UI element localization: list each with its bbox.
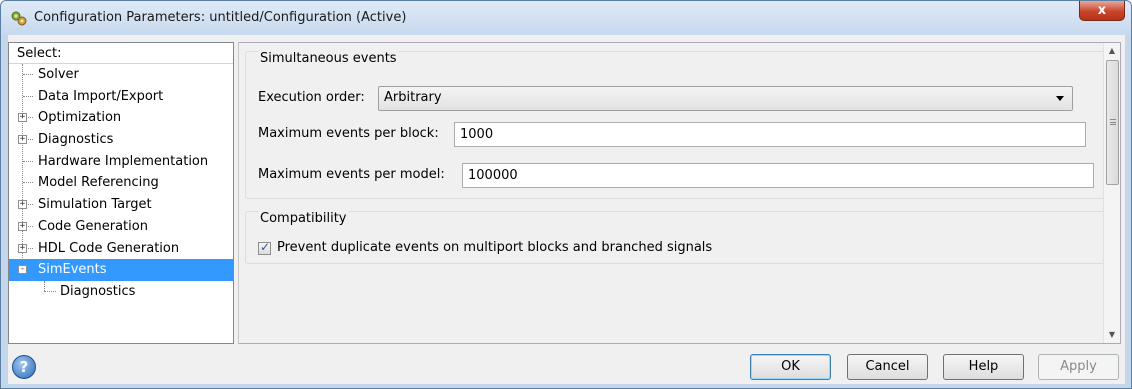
tree-connector (44, 291, 56, 292)
expand-plus-icon[interactable]: + (18, 243, 27, 253)
scroll-down-icon[interactable]: ▼ (1104, 327, 1120, 343)
close-button[interactable]: x (1079, 1, 1125, 21)
grip-icon (1110, 119, 1116, 125)
category-tree-panel: Select: Solver Data Import/Export + Opti… (8, 42, 234, 344)
prevent-duplicate-label: Prevent duplicate events on multiport bl… (277, 240, 713, 255)
tree-item-label: Hardware Implementation (38, 153, 209, 169)
tree-connector-line (44, 281, 45, 291)
execution-order-dropdown[interactable]: Arbitrary (378, 86, 1073, 111)
prevent-duplicate-checkbox[interactable]: ✓ (258, 240, 271, 255)
tree-item-label: Optimization (38, 110, 122, 126)
help-button[interactable]: Help (943, 354, 1024, 380)
group-title: Compatibility (258, 211, 349, 226)
tree-item-hdl-code-generation[interactable]: + HDL Code Generation (9, 238, 233, 260)
tree-item-data-import-export[interactable]: Data Import/Export (9, 86, 233, 108)
max-events-per-model-label: Maximum events per model: (258, 167, 445, 182)
tree-item-hardware-implementation[interactable]: Hardware Implementation (9, 151, 233, 173)
tree-item-label: Data Import/Export (38, 88, 164, 104)
gears-app-icon (11, 11, 27, 26)
group-title: Simultaneous events (258, 51, 399, 66)
expand-plus-icon[interactable]: + (18, 221, 27, 231)
collapse-minus-icon[interactable]: - (18, 265, 27, 275)
compatibility-group: Compatibility ✓ Prevent duplicate events… (245, 211, 1105, 264)
tree-item-label: Model Referencing (38, 175, 159, 191)
tree-connector (23, 95, 33, 97)
vertical-scrollbar[interactable]: ▲ ▼ (1103, 43, 1120, 343)
close-icon: x (1097, 3, 1107, 18)
tree-item-label: Solver (38, 67, 79, 82)
tree-connector (23, 74, 33, 75)
tree-item-diagnostics[interactable]: + Diagnostics (9, 129, 233, 151)
help-question-icon[interactable]: ? (12, 355, 36, 379)
ok-button[interactable]: OK (750, 354, 831, 380)
window-title: Configuration Parameters: untitled/Confi… (34, 10, 407, 25)
tree-item-model-referencing[interactable]: Model Referencing (9, 172, 233, 194)
max-events-per-block-label: Maximum events per block: (258, 126, 439, 141)
tree-item-simulation-target[interactable]: + Simulation Target (9, 194, 233, 216)
checkmark-icon: ✓ (260, 240, 271, 254)
dialog-client-area: Select: Solver Data Import/Export + Opti… (8, 35, 1125, 384)
execution-order-value: Arbitrary (384, 90, 442, 105)
tree-item-label: Diagnostics (60, 283, 136, 299)
tree-item-label: SimEvents (33, 259, 110, 281)
tree-item-simevents[interactable]: - SimEvents (9, 259, 233, 281)
tree-item-solver[interactable]: Solver (9, 64, 233, 86)
apply-button[interactable]: Apply (1038, 354, 1119, 380)
tree-item-optimization[interactable]: + Optimization (9, 107, 233, 129)
tree-header: Select: (9, 43, 233, 64)
config-parameters-window: Configuration Parameters: untitled/Confi… (0, 0, 1132, 389)
expand-plus-icon[interactable]: + (18, 135, 27, 145)
tree-item-label: HDL Code Generation (38, 240, 180, 256)
tree-item-label: Diagnostics (38, 132, 114, 148)
tree-connector (23, 160, 33, 162)
max-events-per-model-input[interactable] (462, 163, 1094, 188)
max-events-per-block-input[interactable] (454, 122, 1086, 147)
tree-item-code-generation[interactable]: + Code Generation (9, 216, 233, 238)
category-tree: Solver Data Import/Export + Optimization… (9, 64, 233, 303)
scroll-thumb[interactable] (1106, 60, 1119, 185)
settings-pane: Simultaneous events Execution order: Arb… (238, 42, 1121, 344)
chevron-down-icon (1056, 96, 1064, 101)
scroll-up-icon[interactable]: ▲ (1104, 43, 1120, 59)
tree-connector (23, 182, 33, 184)
simultaneous-events-group: Simultaneous events Execution order: Arb… (245, 51, 1105, 199)
tree-item-label: Simulation Target (38, 197, 152, 213)
execution-order-label: Execution order: (258, 90, 365, 105)
title-bar[interactable]: Configuration Parameters: untitled/Confi… (1, 1, 1131, 35)
expand-plus-icon[interactable]: + (18, 113, 27, 123)
tree-item-simevents-diagnostics[interactable]: Diagnostics (9, 281, 233, 303)
cancel-button[interactable]: Cancel (847, 354, 928, 380)
expand-plus-icon[interactable]: + (18, 200, 27, 210)
tree-item-label: Code Generation (38, 218, 148, 234)
